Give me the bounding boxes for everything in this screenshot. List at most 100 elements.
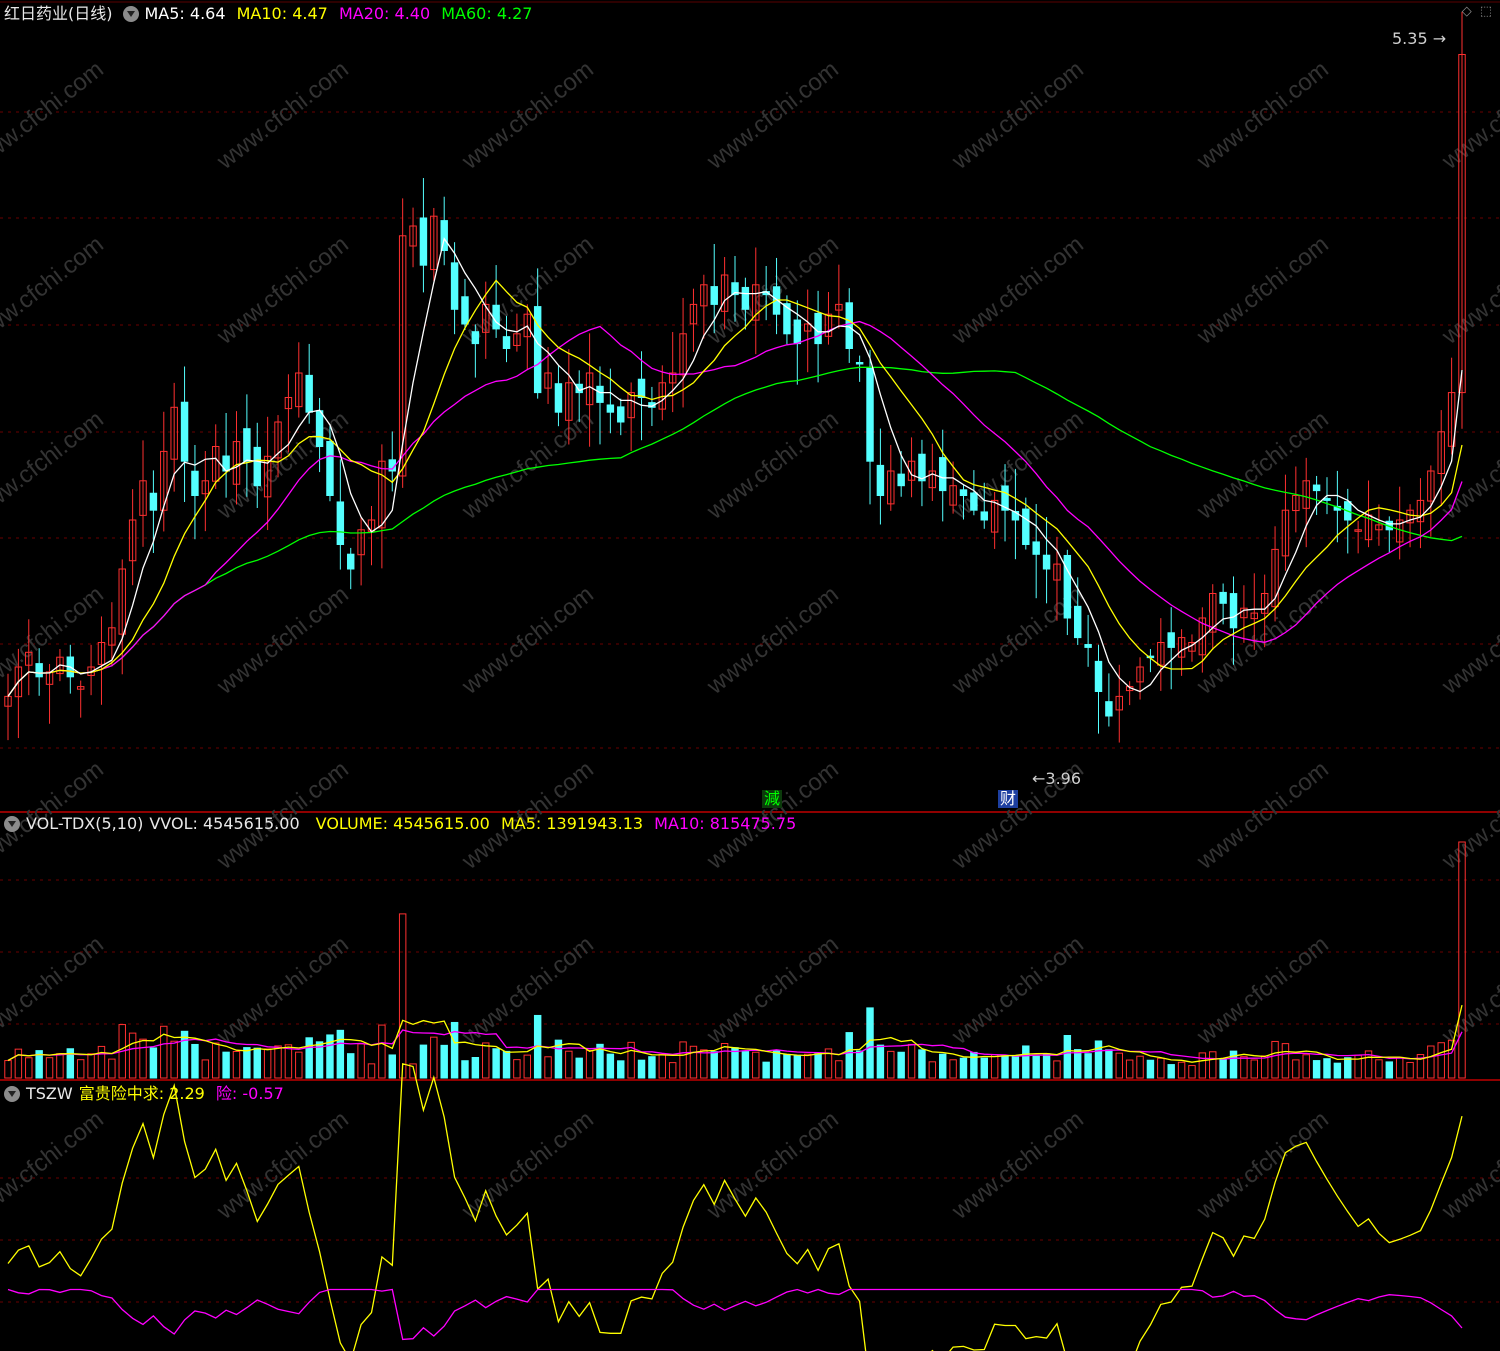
volume-bar [87,1053,95,1079]
vol-indicator-name[interactable]: VOL-TDX(5,10) [26,814,143,833]
volume-bar [1157,1057,1165,1079]
volume-bar [907,1043,916,1079]
watermark-text: www.cfchi.com [1191,406,1333,526]
dropdown-icon[interactable] [122,5,139,22]
volume-bar [1136,1055,1144,1079]
low-price-label: ←3.96 [1032,769,1082,788]
volume-bar [575,1057,583,1079]
volume-bar [845,1032,853,1079]
volume-bar [1125,1059,1134,1079]
candle-body [1032,541,1040,555]
candle-body [793,319,802,345]
candle-body [980,511,988,521]
candle-body [191,470,199,497]
volume-bar [720,1043,729,1079]
volume-bar [305,1037,313,1079]
volume-bar [430,1036,438,1079]
dropdown-icon[interactable] [4,1085,20,1102]
volume-bar [741,1051,750,1079]
watermark-text: www.cfchi.com [456,1106,598,1226]
candle-body [461,296,469,325]
volume-bar [1406,1061,1414,1079]
dropdown-icon[interactable] [4,815,20,832]
vvol-value: VVOL: 4545615.00 [149,814,300,833]
volume-bar [855,1050,864,1079]
candle-body [710,286,718,305]
event-marker-finance[interactable]: 财 [998,790,1019,808]
volume-bar [1219,1058,1227,1079]
volume-bar [253,1047,261,1079]
candle-body [502,336,511,349]
candle-body [918,453,926,482]
volume-bar [959,1057,968,1079]
watermark-text: www.cfchi.com [1191,756,1333,876]
volume-bar [1209,1051,1217,1079]
expand-icon[interactable]: ⬚ [1480,4,1492,19]
volume-bar [1437,1042,1445,1079]
volume-bar [803,1053,812,1079]
vol-ma5-value: MA5: 1391943.13 [500,814,644,833]
volume-bar [990,1054,999,1079]
volume-bar [928,1061,937,1079]
volume-bar [513,1059,521,1079]
volume-bar [1281,1043,1290,1079]
watermark-text: www.cfchi.com [0,56,109,176]
ma5-value: MA5: 4.64 [144,4,226,23]
watermark-text: www.cfchi.com [456,581,598,701]
watermark-text: www.cfchi.com [946,231,1088,351]
diamond-icon[interactable]: ◇ [1462,4,1472,19]
volume-bar [1271,1040,1279,1079]
volume-bar [876,1044,885,1079]
volume-bar [814,1053,822,1079]
volume-bar [45,1057,54,1079]
volume-bar [76,1059,85,1079]
watermark-text: www.cfchi.com [1191,1106,1333,1226]
candle-body [305,374,313,413]
volume-value: VOLUME: 4545615.00 [315,814,490,833]
candle-body [959,489,968,496]
tszw-indicator-name[interactable]: TSZW [26,1084,73,1103]
volume-bar [201,1059,210,1079]
watermark-text: www.cfchi.com [211,231,353,351]
watermark-text: www.cfchi.com [0,406,109,526]
volume-bar [637,1059,646,1079]
candle-body [1094,660,1103,692]
candle-body [471,331,480,345]
stock-title[interactable]: 红日药业(日线) [4,4,113,23]
candle-body [450,262,459,310]
chart-canvas[interactable]: www.cfchi.com www.cfchi.com www.cfchi.com w… [0,0,1500,1351]
volume-bar [222,1051,230,1079]
volume-bar [1074,1049,1082,1079]
volume-bar [1292,1059,1300,1079]
volume-bar [689,1045,698,1079]
watermark-text: www.cfchi.com [1191,931,1333,1051]
volume-bar [243,1047,251,1079]
watermark-text: www.cfchi.com [1436,756,1500,876]
volume-bar [783,1054,791,1079]
tszw-line1-value: 富贵险中求: 2.29 [78,1084,205,1103]
candle-body [575,383,583,394]
volume-bar [1042,1053,1051,1079]
candle-body [617,406,625,423]
volume-bar [700,1049,708,1079]
main-chart-header: 红日药业(日线) MA5: 4.64 MA10: 4.47 MA20: 4.40 … [0,2,538,26]
volume-bar [1323,1058,1331,1079]
volume-bar [1427,1045,1435,1079]
volume-bar [4,1060,12,1079]
volume-bar [232,1050,241,1079]
volume-bar [1053,1060,1061,1079]
volume-bar [1011,1055,1020,1079]
watermark-text: www.cfchi.com [456,406,598,526]
arrow-left-icon: ← [1032,769,1046,788]
watermark-text: www.cfchi.com [0,581,109,701]
watermark-text: www.cfchi.com [701,406,843,526]
volume-bar [461,1060,469,1079]
watermark-text: www.cfchi.com [211,56,353,176]
candle-body [492,304,500,330]
volume-bar [606,1053,615,1079]
volume-bar [679,1041,687,1079]
volume-bar [565,1050,573,1079]
event-marker-reduce[interactable]: 減 [762,790,783,808]
volume-bar [1385,1061,1394,1079]
candle-body [596,385,604,403]
